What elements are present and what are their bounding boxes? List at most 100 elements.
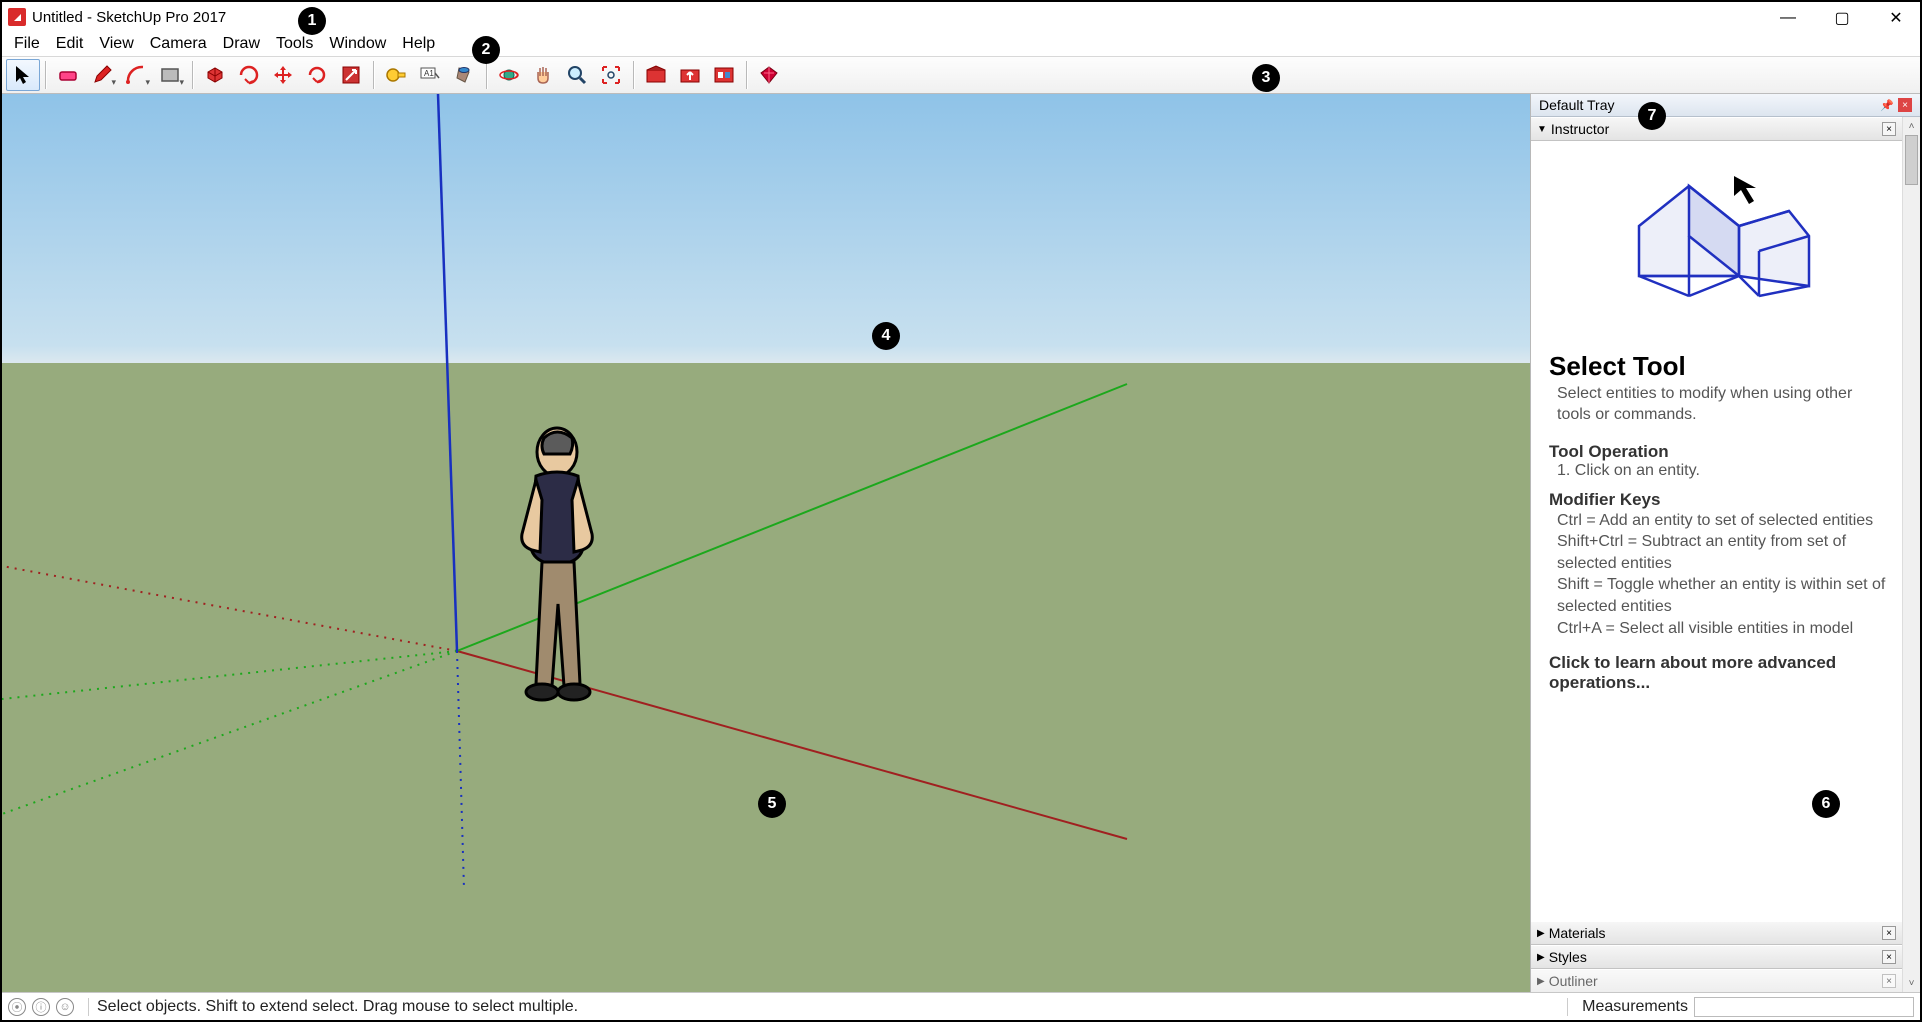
operation-heading: Tool Operation (1549, 442, 1888, 462)
default-tray: Default Tray 📌 × ▼ Instructor × (1530, 94, 1920, 992)
learn-more-link[interactable]: Click to learn about more advanced opera… (1549, 653, 1888, 693)
callout-2: 2 (472, 36, 500, 64)
zoom-icon (566, 64, 588, 86)
tool-zoom[interactable] (560, 59, 594, 91)
menu-file[interactable]: File (6, 35, 48, 53)
tool-warehouse-3d[interactable] (639, 59, 673, 91)
ruby-icon (758, 64, 780, 86)
scroll-thumb[interactable] (1905, 135, 1918, 185)
tape-icon (385, 64, 407, 86)
measurements-input[interactable] (1694, 997, 1914, 1017)
panel-header-materials[interactable]: ▶ Materials × (1531, 921, 1902, 945)
pan-icon (532, 64, 554, 86)
scroll-down-icon[interactable]: ˅ (1903, 974, 1920, 992)
menu-draw[interactable]: Draw (215, 35, 268, 53)
tool-orbit[interactable] (492, 59, 526, 91)
operation-step: 1. Click on an entity. (1557, 462, 1888, 480)
menu-view[interactable]: View (91, 35, 141, 53)
expand-icon: ▶ (1537, 952, 1545, 963)
extwh-icon (713, 64, 735, 86)
panel-close-icon[interactable]: × (1882, 974, 1896, 988)
title-bar: Untitled - SketchUp Pro 2017 — ▢ ✕ (2, 2, 1920, 32)
geolocation-icon[interactable]: ⦿ (8, 998, 26, 1016)
scale-icon (340, 64, 362, 86)
tool-select[interactable] (6, 59, 40, 91)
window-title: Untitled - SketchUp Pro 2017 (32, 9, 226, 26)
minimize-button[interactable]: — (1770, 6, 1806, 30)
tray-title: Default Tray (1539, 97, 1614, 113)
cursor-icon (12, 64, 34, 86)
credits-icon[interactable]: ⓘ (32, 998, 50, 1016)
callout-3: 3 (1252, 64, 1280, 92)
maximize-button[interactable]: ▢ (1824, 6, 1860, 30)
window-controls: — ▢ ✕ (1770, 6, 1914, 30)
panel-header-styles[interactable]: ▶ Styles × (1531, 945, 1902, 969)
menu-help[interactable]: Help (394, 35, 443, 53)
scale-figure (492, 424, 622, 724)
tool-pencil[interactable] (85, 59, 119, 91)
callout-4: 4 (872, 322, 900, 350)
user-icon[interactable]: ☺ (56, 998, 74, 1016)
tool-rotate[interactable] (300, 59, 334, 91)
text-icon (419, 64, 441, 86)
app-icon (8, 8, 26, 26)
menu-window[interactable]: Window (321, 35, 394, 53)
orbit-icon (498, 64, 520, 86)
tool-move[interactable] (266, 59, 300, 91)
menu-tools[interactable]: Tools (268, 35, 321, 53)
modifier-key-1: Ctrl = Add an entity to set of selected … (1557, 510, 1888, 532)
tool-zoom-extents[interactable] (594, 59, 628, 91)
modifier-heading: Modifier Keys (1549, 490, 1888, 510)
modifier-key-2: Shift+Ctrl = Subtract an entity from set… (1557, 531, 1888, 574)
scroll-up-icon[interactable]: ˄ (1903, 117, 1920, 135)
tool-pan[interactable] (526, 59, 560, 91)
panel-header-outliner[interactable]: ▶ Outliner × (1531, 969, 1902, 992)
instructor-illustration (1549, 151, 1888, 351)
status-bar: ⦿ ⓘ ☺ Select objects. Shift to extend se… (2, 992, 1920, 1020)
tool-ruby-console[interactable] (752, 59, 786, 91)
tool-scale[interactable] (334, 59, 368, 91)
panel-close-icon[interactable]: × (1882, 926, 1896, 940)
modifier-key-3: Shift = Toggle whether an entity is with… (1557, 574, 1888, 617)
tool-offset[interactable] (232, 59, 266, 91)
main-toolbar (2, 56, 1920, 94)
whsend-icon (679, 64, 701, 86)
callout-7: 7 (1638, 102, 1666, 130)
panel-close-icon[interactable]: × (1882, 950, 1896, 964)
viewport-3d[interactable] (2, 94, 1530, 992)
tool-eraser[interactable] (51, 59, 85, 91)
bucket-icon (453, 64, 475, 86)
tool-arc[interactable] (119, 59, 153, 91)
tool-text[interactable] (413, 59, 447, 91)
close-button[interactable]: ✕ (1878, 6, 1914, 30)
tool-shape[interactable] (153, 59, 187, 91)
rotate-icon (306, 64, 328, 86)
tray-header[interactable]: Default Tray 📌 × (1531, 94, 1920, 117)
measurements-label: Measurements (1582, 998, 1688, 1016)
tool-extension-warehouse[interactable] (707, 59, 741, 91)
wh3d-icon (645, 64, 667, 86)
panel-close-icon[interactable]: × (1882, 122, 1896, 136)
modifier-key-4: Ctrl+A = Select all visible entities in … (1557, 618, 1888, 640)
tool-warehouse-send[interactable] (673, 59, 707, 91)
menu-bar: FileEditViewCameraDrawToolsWindowHelp (2, 32, 1920, 56)
pin-icon[interactable]: 📌 (1880, 99, 1894, 112)
menu-edit[interactable]: Edit (48, 35, 92, 53)
panel-title: Instructor (1551, 121, 1609, 137)
pencil-icon (91, 64, 113, 86)
panel-header-instructor[interactable]: ▼ Instructor × (1531, 117, 1902, 141)
cursor-icon (1734, 176, 1756, 204)
tool-tape[interactable] (379, 59, 413, 91)
arc-icon (125, 64, 147, 86)
callout-5: 5 (758, 790, 786, 818)
menu-camera[interactable]: Camera (142, 35, 215, 53)
panel-title: Outliner (1549, 973, 1598, 989)
offset-icon (238, 64, 260, 86)
tool-paint[interactable] (447, 59, 481, 91)
tray-close-icon[interactable]: × (1898, 98, 1912, 112)
instructor-panel: Select Tool Select entities to modify wh… (1531, 141, 1902, 921)
expand-icon: ▶ (1537, 976, 1545, 987)
tray-scrollbar[interactable]: ˄ ˅ (1902, 117, 1920, 992)
tool-pushpull[interactable] (198, 59, 232, 91)
move-icon (272, 64, 294, 86)
